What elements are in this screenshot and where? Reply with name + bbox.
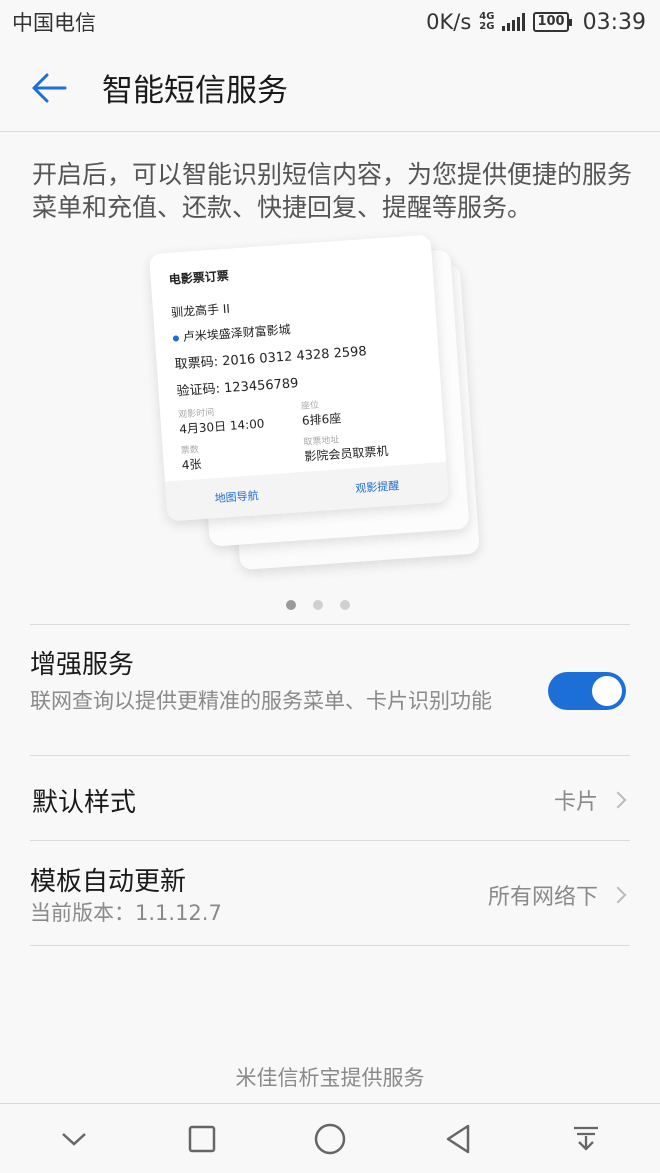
- net-type-bottom: 2G: [479, 21, 495, 32]
- back-button[interactable]: [0, 44, 100, 132]
- setting-default-style-title: 默认样式: [32, 788, 137, 818]
- toggle-knob: [592, 676, 622, 706]
- network-type-icon: 4G 2G: [479, 12, 494, 32]
- card-cinema: 卢米埃盛泽财富影城: [182, 322, 292, 344]
- divider: [30, 945, 630, 946]
- arrow-left-icon: [32, 73, 67, 102]
- status-bar: 中国电信 0K/s 4G 2G 100 03:39: [0, 0, 660, 44]
- card-action-remind: 观影提醒: [354, 479, 400, 496]
- circle-icon: [314, 1123, 346, 1154]
- divider: [30, 624, 630, 625]
- square-icon: [188, 1125, 216, 1152]
- setting-enhanced-subtitle: 联网查询以提供更精准的服务菜单、卡片识别功能: [30, 689, 492, 713]
- triangle-back-icon: [446, 1124, 470, 1153]
- feature-description: 开启后，可以智能识别短信内容，为您提供便捷的服务菜单和充值、还款、快捷回复、提醒…: [32, 160, 633, 222]
- feature-illustration: 电影票订票 驯龙高手 II 卢米埃盛泽财富影城 取票码: 2016 0312 4…: [148, 232, 490, 582]
- card-title: 电影票订票: [168, 268, 230, 287]
- pager-dot[interactable]: [313, 600, 323, 610]
- notification-pulldown-icon: [574, 1126, 598, 1151]
- signal-icon: [502, 13, 526, 31]
- nav-notification-button[interactable]: [556, 1109, 616, 1169]
- app-bar: 智能短信服务: [0, 44, 660, 132]
- setting-template-version: 当前版本：1.1.12.7: [30, 901, 222, 925]
- nav-back-button[interactable]: [428, 1109, 488, 1169]
- setting-default-style[interactable]: 默认样式 卡片: [30, 756, 630, 840]
- carrier-label: 中国电信: [12, 11, 96, 35]
- illustration-card-front: 电影票订票 驯龙高手 II 卢米埃盛泽财富影城 取票码: 2016 0312 4…: [148, 234, 450, 522]
- net-speed: 0K/s: [426, 10, 472, 34]
- setting-enhanced-title: 增强服务: [30, 650, 135, 680]
- chevron-right-icon: [609, 791, 627, 809]
- pager-dot[interactable]: [286, 600, 296, 610]
- battery-icon: 100: [533, 12, 572, 32]
- pager-dot[interactable]: [340, 600, 350, 610]
- setting-default-style-value-group: 卡片: [553, 784, 627, 816]
- page-title: 智能短信服务: [102, 73, 288, 109]
- card-details: 观影时间 4月30日 14:00 座位 6排6座 票数 4张 取票地址 影院会员取票机: [178, 390, 428, 473]
- clock: 03:39: [582, 9, 646, 35]
- nav-home-button[interactable]: [300, 1109, 360, 1169]
- setting-template-update-title: 模板自动更新: [30, 867, 187, 897]
- setting-default-style-value: 卡片: [553, 790, 598, 815]
- pager-dots: [0, 600, 648, 610]
- service-provider-text: 米佳信析宝提供服务: [235, 1066, 425, 1090]
- chevron-down-icon: [62, 1132, 86, 1146]
- card-action-map: 地图导航: [214, 489, 260, 506]
- setting-enhanced-service[interactable]: 增强服务 联网查询以提供更精准的服务菜单、卡片识别功能: [30, 644, 630, 754]
- status-right: 0K/s 4G 2G 100 03:39: [426, 10, 646, 35]
- chevron-right-icon: [609, 886, 627, 904]
- setting-template-update-value-group: 所有网络下: [487, 879, 627, 911]
- nav-recents-button[interactable]: [172, 1109, 232, 1169]
- enhanced-service-toggle[interactable]: [548, 672, 626, 710]
- setting-template-update-value: 所有网络下: [487, 885, 598, 910]
- nav-hide-button[interactable]: [44, 1109, 104, 1169]
- setting-template-update[interactable]: 模板自动更新 当前版本：1.1.12.7 所有网络下: [30, 841, 630, 945]
- location-pin-icon: [172, 335, 180, 342]
- system-nav-bar: [0, 1103, 660, 1173]
